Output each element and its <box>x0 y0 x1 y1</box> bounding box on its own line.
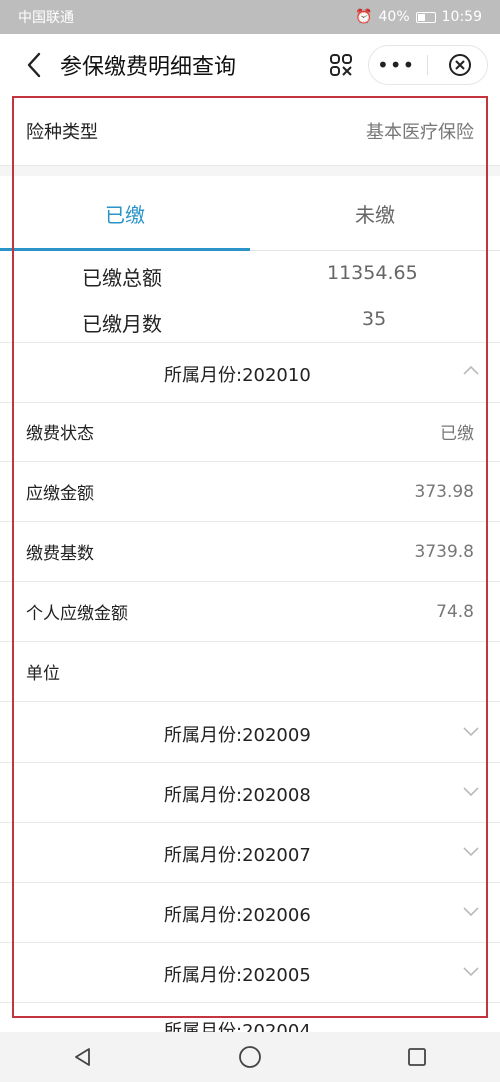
main-content: 险种类型 基本医疗保险 已缴 未缴 已缴总额 11354.65 已缴月数 35 … <box>0 96 500 1032</box>
status-bar: 中国联通 ⏰ 40% 10:59 <box>0 0 500 34</box>
detail-value: 已缴 <box>440 424 474 444</box>
detail-row-personal: 个人应缴金额 74.8 <box>0 582 500 642</box>
month-title: 所属月份:202006 <box>164 905 311 926</box>
chevron-down-icon <box>463 727 479 737</box>
detail-row-amount-due: 应缴金额 373.98 <box>0 462 500 522</box>
month-header[interactable]: 所属月份:202007 <box>0 822 500 883</box>
clock: 10:59 <box>441 9 482 25</box>
chevron-left-icon <box>27 52 41 78</box>
tab-paid-label: 已缴 <box>105 202 145 227</box>
detail-value: 74.8 <box>436 601 474 622</box>
detail-label: 缴费基数 <box>26 544 94 564</box>
detail-row-base: 缴费基数 3739.8 <box>0 522 500 582</box>
detail-label: 缴费状态 <box>26 424 94 444</box>
more-icon: ••• <box>376 53 416 77</box>
chevron-down-icon <box>463 787 479 797</box>
detail-label: 应缴金额 <box>26 484 94 504</box>
chevron-down-icon <box>463 967 479 977</box>
system-home-button[interactable] <box>235 1042 265 1072</box>
month-title: 所属月份:202010 <box>164 365 311 386</box>
paid-months-label: 已缴月数 <box>82 312 162 336</box>
system-recents-button[interactable] <box>402 1042 432 1072</box>
month-header-expanded[interactable]: 所属月份:202010 <box>0 342 500 403</box>
carrier-label: 中国联通 <box>18 10 74 26</box>
scan-icon <box>330 54 352 76</box>
detail-label: 单位 <box>26 664 60 684</box>
more-button[interactable]: ••• <box>373 48 419 82</box>
month-title: 所属月份:202007 <box>164 845 311 866</box>
chevron-down-icon <box>463 847 479 857</box>
month-title-partial: 所属月份:202004 <box>164 1021 311 1032</box>
scan-button[interactable] <box>324 48 358 82</box>
battery-icon <box>415 11 436 23</box>
tab-unpaid[interactable]: 未缴 <box>250 176 500 250</box>
system-back-button[interactable] <box>68 1042 98 1072</box>
detail-value: 3739.8 <box>414 541 474 562</box>
paid-months-value: 35 <box>362 308 387 330</box>
section-gap <box>0 166 500 176</box>
system-nav-bar <box>0 1032 500 1082</box>
month-title: 所属月份:202009 <box>164 725 311 746</box>
nav-bar: 参保缴费明细查询 ••• <box>0 34 500 96</box>
tab-unpaid-label: 未缴 <box>355 202 395 227</box>
circle-home-icon <box>239 1046 261 1068</box>
total-paid-row: 已缴总额 11354.65 <box>0 250 500 298</box>
month-title: 所属月份:202005 <box>164 965 311 986</box>
month-header[interactable]: 所属月份:202006 <box>0 882 500 943</box>
insurance-type-value: 基本医疗保险 <box>366 121 474 143</box>
chevron-down-icon <box>463 907 479 917</box>
detail-row-status: 缴费状态 已缴 <box>0 402 500 462</box>
detail-value: 373.98 <box>414 481 474 502</box>
square-recents-icon <box>407 1048 426 1066</box>
battery-percent: 40% <box>378 9 410 25</box>
insurance-type-row[interactable]: 险种类型 基本医疗保险 <box>0 96 500 166</box>
month-header[interactable]: 所属月份:202005 <box>0 942 500 1003</box>
status-right: ⏰ 40% 10:59 <box>355 9 482 25</box>
page-title: 参保缴费明细查询 <box>60 55 237 80</box>
close-button[interactable] <box>437 48 483 82</box>
capsule-divider <box>427 55 429 75</box>
paid-months-row: 已缴月数 35 <box>0 296 500 344</box>
back-button[interactable] <box>12 43 56 87</box>
alarm-icon: ⏰ <box>355 9 373 25</box>
insurance-type-label: 险种类型 <box>26 121 98 143</box>
payment-tabs: 已缴 未缴 <box>0 176 500 251</box>
total-paid-value: 11354.65 <box>327 262 418 284</box>
triangle-back-icon <box>75 1048 91 1066</box>
close-circle-icon <box>448 54 471 76</box>
chevron-up-icon <box>463 365 479 375</box>
tab-paid[interactable]: 已缴 <box>0 176 250 251</box>
detail-label: 个人应缴金额 <box>26 604 128 624</box>
month-header[interactable]: 所属月份:202008 <box>0 762 500 823</box>
month-header[interactable]: 所属月份:202009 <box>0 702 500 763</box>
total-paid-label: 已缴总额 <box>82 266 162 290</box>
mini-program-capsule: ••• <box>368 45 488 85</box>
detail-row-employer: 单位 <box>0 642 500 702</box>
month-title: 所属月份:202008 <box>164 785 311 806</box>
